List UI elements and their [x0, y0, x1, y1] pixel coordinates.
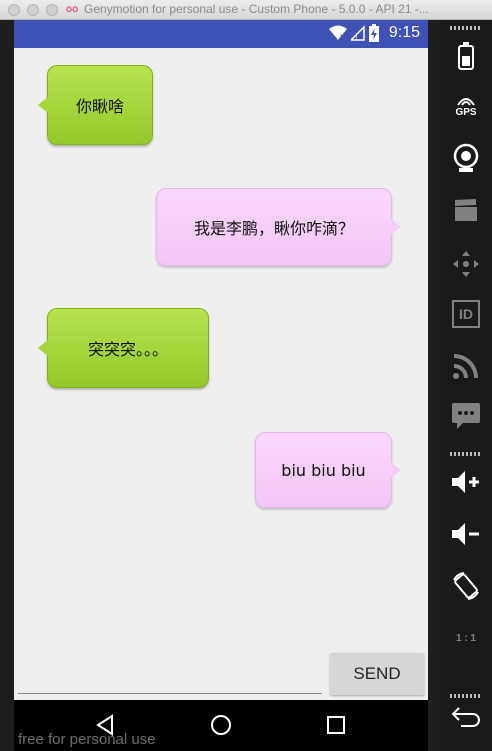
battery-charging-icon	[368, 24, 379, 42]
sidebar-notch	[450, 694, 482, 698]
back-icon[interactable]	[440, 702, 492, 732]
message-text: 突突突。。。	[87, 340, 168, 359]
id-icon[interactable]: ID	[440, 296, 492, 332]
android-screen: ! ! 9:15 你瞅啥 我是李鹏，瞅你咋滴？ 突突突。。。 biu biu biu …	[14, 20, 428, 700]
move-icon[interactable]	[440, 246, 492, 282]
close-window-button[interactable]	[8, 4, 20, 16]
id-label: ID	[459, 306, 473, 322]
bubble-tail	[38, 97, 48, 113]
window-titlebar: oo Genymotion for personal use - Custom …	[0, 0, 492, 20]
rss-icon[interactable]	[440, 348, 492, 384]
pixel-ratio-label: 1 : 1	[455, 632, 476, 644]
home-icon[interactable]	[210, 714, 232, 736]
genymotion-sidebar: GPS ID 1 : 1	[440, 20, 492, 751]
volume-down-icon[interactable]	[440, 516, 492, 552]
chat-bubble-right: biu biu biu	[255, 432, 401, 508]
status-bar: ! ! 9:15	[14, 20, 428, 48]
sidebar-notch	[450, 26, 482, 30]
battery-icon[interactable]	[440, 38, 492, 74]
message-input[interactable]	[18, 693, 322, 694]
camera-icon[interactable]	[440, 138, 492, 178]
gps-label: GPS	[455, 106, 477, 118]
bubble-tail	[391, 462, 401, 478]
message-text: biu biu biu	[281, 460, 366, 480]
genymotion-window: oo Genymotion for personal use - Custom …	[0, 0, 492, 751]
chat-bubble-left: 突突突。。。	[38, 308, 209, 388]
status-time: 9:15	[388, 24, 420, 41]
gps-icon[interactable]: GPS	[440, 88, 492, 124]
volume-up-icon[interactable]	[440, 464, 492, 500]
clapper-icon[interactable]	[440, 192, 492, 228]
svg-text:!: !	[355, 32, 358, 41]
recents-icon[interactable]	[325, 714, 347, 736]
minimize-window-button[interactable]	[27, 4, 39, 16]
rotate-icon[interactable]	[440, 566, 492, 606]
send-button[interactable]: SEND	[330, 653, 424, 695]
sidebar-notch	[450, 452, 482, 456]
wifi-icon: !	[328, 25, 347, 41]
chat-bubble-left: 你瞅啥	[38, 65, 153, 145]
pixel-ratio-icon[interactable]: 1 : 1	[440, 620, 492, 656]
message-icon[interactable]	[440, 398, 492, 434]
svg-text:!: !	[340, 33, 342, 41]
bubble-tail	[38, 340, 48, 356]
signal-icon: !	[350, 25, 365, 41]
chat-bubble-right: 我是李鹏，瞅你咋滴？	[156, 188, 401, 266]
message-text: 我是李鹏，瞅你咋滴？	[193, 219, 354, 238]
message-text: 你瞅啥	[75, 97, 124, 116]
watermark-text: free for personal use	[18, 731, 156, 748]
zoom-window-button[interactable]	[46, 4, 58, 16]
window-title: Genymotion for personal use - Custom Pho…	[84, 2, 429, 16]
bubble-tail	[391, 219, 401, 235]
genymotion-logo: oo	[66, 4, 79, 15]
